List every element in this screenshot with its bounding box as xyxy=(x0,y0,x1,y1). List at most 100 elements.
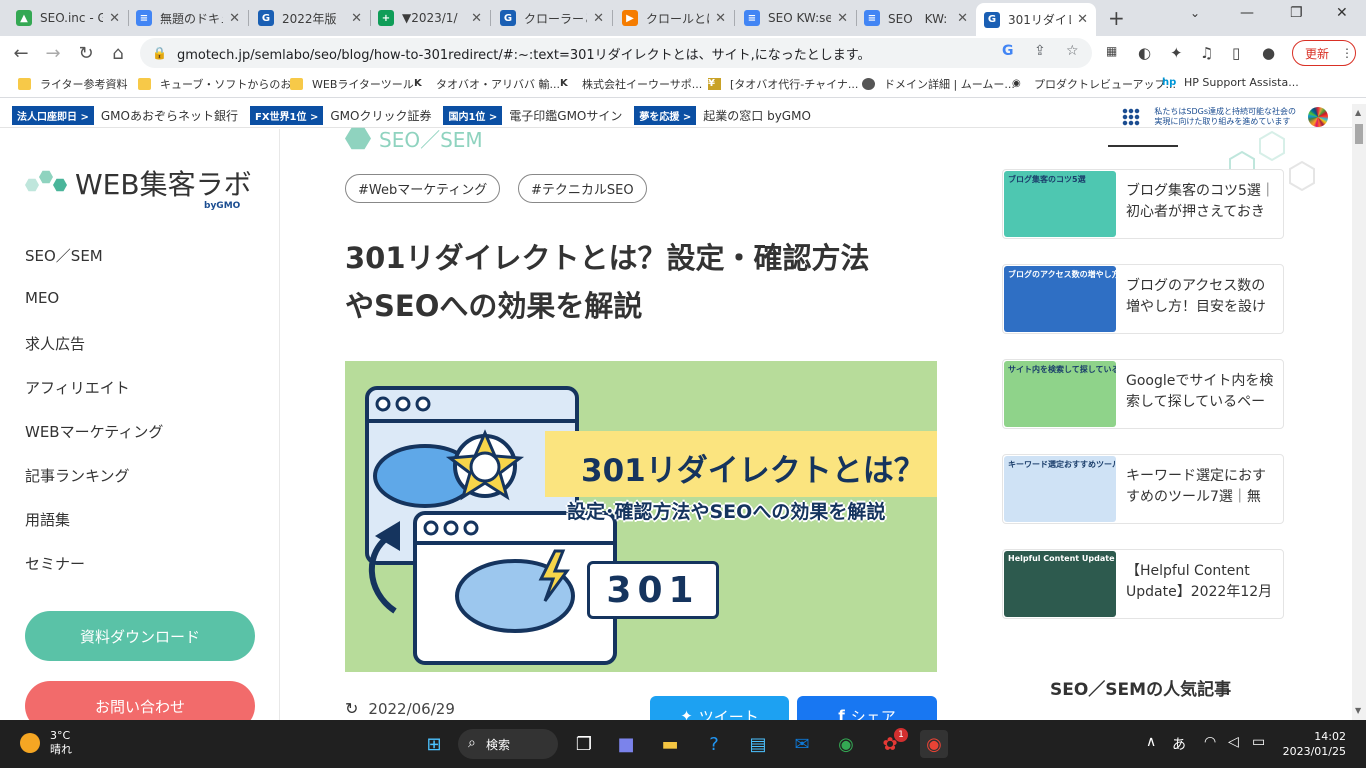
puzzle-icon[interactable]: ✦ xyxy=(1170,44,1183,62)
store-icon[interactable]: ▤ xyxy=(744,730,772,758)
sidebar-nav-item[interactable]: アフィリエイト xyxy=(25,377,130,398)
browser-tab[interactable]: ▶ クロールとは ✕ xyxy=(614,4,734,32)
gmo-service-link[interactable]: 夢を応援 > 起業の窓口 byGMO xyxy=(634,106,811,125)
related-article-title[interactable]: ブログ集客のコツ5選｜初心者が押さえておき xyxy=(1126,181,1278,225)
category-label[interactable]: SEO／SEM xyxy=(345,124,483,153)
reload-icon[interactable]: ↻ xyxy=(73,40,99,66)
close-tab-icon[interactable]: ✕ xyxy=(471,11,482,26)
site-logo[interactable]: WEB集客ラボ xyxy=(25,163,252,203)
download-button[interactable]: 資料ダウンロード xyxy=(25,611,255,661)
bookmark-item[interactable]: WEBライターツール xyxy=(290,76,414,92)
close-tab-icon[interactable]: ✕ xyxy=(229,11,240,26)
bookmark-item[interactable]: ライター参考資料 xyxy=(18,76,128,92)
avatar[interactable]: ● xyxy=(1262,44,1275,62)
sidebar-nav-item[interactable]: 用語集 xyxy=(25,509,70,530)
browser-tab[interactable]: ≡ SEO KW: ✕ xyxy=(856,4,976,32)
bookmark-item[interactable]: ¥ [タオバオ代行-チャイナ... xyxy=(708,76,858,92)
forward-icon[interactable]: → xyxy=(40,40,66,66)
share-icon[interactable]: ⇪ xyxy=(1034,43,1046,59)
gmo-service-link[interactable]: 法人口座即日 > GMOあおぞらネット銀行 xyxy=(12,106,238,125)
minimize-icon[interactable]: — xyxy=(1240,5,1254,21)
related-article-card[interactable]: Helpful Content Update 【Helpful Content U… xyxy=(1002,549,1284,619)
tag-technical-seo[interactable]: #テクニカルSEO xyxy=(518,174,647,203)
grid-icon[interactable] xyxy=(1122,108,1141,126)
scroll-down-icon[interactable]: ▼ xyxy=(1355,706,1361,715)
browser-tab[interactable]: ≡ 無題のドキュ ✕ xyxy=(128,4,248,32)
help-icon[interactable]: ? xyxy=(700,730,728,758)
sidebar-nav-item[interactable]: WEBマーケティング xyxy=(25,421,163,442)
article-thumbnail[interactable]: サイト内を検索して探しているページ xyxy=(1004,361,1116,427)
task-view-icon[interactable]: ❐ xyxy=(570,730,598,758)
close-tab-icon[interactable]: ✕ xyxy=(715,11,726,26)
chrome-icon[interactable]: ◉ xyxy=(920,730,948,758)
bookmark-item[interactable]: ドメイン詳細 | ムームー... xyxy=(862,76,1015,92)
sidebar-nav-item[interactable]: 記事ランキング xyxy=(25,465,130,486)
scrollbar-thumb[interactable] xyxy=(1355,124,1363,144)
gmo-service-link[interactable]: 国内1位 > 電子印鑑GMOサイン xyxy=(443,106,622,125)
browser-tab[interactable]: G 301リダイレ ✕ xyxy=(976,3,1096,36)
browser-tab[interactable]: + ▼2023/1/ ✕ xyxy=(370,4,490,32)
related-article-title[interactable]: 【Helpful Content Update】2022年12月 xyxy=(1126,561,1278,605)
maximize-icon[interactable]: ❐ xyxy=(1290,5,1303,21)
back-icon[interactable]: ← xyxy=(8,40,34,66)
menu-kebab-icon[interactable]: ⋮ xyxy=(1341,46,1353,60)
bookmark-item[interactable]: K タオバオ・アリババ 輸... xyxy=(414,76,560,92)
sidebar-nav-item[interactable]: SEO／SEM xyxy=(25,245,103,266)
new-tab-button[interactable]: + xyxy=(1108,6,1125,30)
browser-tab[interactable]: G 2022年版 ✕ xyxy=(250,4,370,32)
address-bar[interactable]: 🔒 gmotech.jp/semlabo/seo/blog/how-to-301… xyxy=(140,38,1092,68)
bookmark-item[interactable]: キューブ・ソフトからのお... xyxy=(138,76,302,92)
close-window-icon[interactable]: ✕ xyxy=(1336,5,1348,21)
chrome-profile-icon[interactable]: ◉ xyxy=(832,730,860,758)
app-notification-icon[interactable]: ✿ 1 xyxy=(876,728,908,758)
update-button[interactable]: 更新 ⋮ xyxy=(1292,40,1356,66)
sidebar-nav-item[interactable]: セミナー xyxy=(25,553,85,574)
tray-chevron-icon[interactable]: ∧ xyxy=(1146,734,1156,750)
tab-search-icon[interactable]: ⌄ xyxy=(1190,6,1200,20)
extension-off-icon[interactable]: ▦ xyxy=(1106,44,1117,58)
sidebar-nav-item[interactable]: 求人広告 xyxy=(25,333,85,354)
related-article-card[interactable]: サイト内を検索して探しているページ Googleでサイト内を検索して探しているペー xyxy=(1002,359,1284,429)
related-article-card[interactable]: ブログのアクセス数の増やし方 ブログのアクセス数の増やし方！目安を設け xyxy=(1002,264,1284,334)
wifi-icon[interactable]: ◠ xyxy=(1204,734,1216,750)
bookmark-item[interactable]: ◉ プロダクトレビューアップ... xyxy=(1012,76,1176,92)
related-article-card[interactable]: キーワード選定おすすめツール7選キーワード選定におすすめのツール7選｜無 xyxy=(1002,454,1284,524)
close-tab-icon[interactable]: ✕ xyxy=(351,11,362,26)
file-explorer-icon[interactable]: ▬ xyxy=(656,730,684,758)
volume-icon[interactable]: ◁ xyxy=(1228,734,1239,750)
bookmark-star-icon[interactable]: ☆ xyxy=(1066,43,1079,59)
weather-widget[interactable]: 3°C 晴れ xyxy=(20,729,72,757)
close-tab-icon[interactable]: ✕ xyxy=(837,11,848,26)
sidebar-nav-item[interactable]: MEO xyxy=(25,289,59,307)
browser-tab[interactable]: ▲ SEO.inc - G ✕ xyxy=(8,4,128,32)
related-article-title[interactable]: キーワード選定におすすめのツール7選｜無 xyxy=(1126,466,1278,510)
close-tab-icon[interactable]: ✕ xyxy=(593,11,604,26)
sdgs-banner[interactable]: 私たちはSDGs達成と持続可能な社会の 実現に向けた取り組みを進めています xyxy=(1122,107,1328,127)
vertical-scrollbar[interactable]: ▲ ▼ xyxy=(1352,104,1366,720)
close-tab-icon[interactable]: ✕ xyxy=(957,11,968,26)
bookmark-item[interactable]: K 株式会社イーウーサポ... xyxy=(560,76,702,92)
extension-icon[interactable]: ◐ xyxy=(1138,44,1151,62)
close-tab-icon[interactable]: ✕ xyxy=(109,11,120,26)
tag-webmarketing[interactable]: #Webマーケティング xyxy=(345,174,501,203)
mail-icon[interactable]: ✉ xyxy=(788,730,816,758)
scroll-up-icon[interactable]: ▲ xyxy=(1355,108,1361,117)
media-icon[interactable]: ♫ xyxy=(1200,44,1213,62)
related-article-card[interactable]: ブログ集客のコツ5選 ブログ集客のコツ5選｜初心者が押さえておき xyxy=(1002,169,1284,239)
start-icon[interactable]: ⊞ xyxy=(420,730,448,758)
related-article-title[interactable]: Googleでサイト内を検索して探しているペー xyxy=(1126,371,1278,415)
browser-tab[interactable]: ≡ SEO KW:se ✕ xyxy=(736,4,856,32)
bookmark-item[interactable]: hp HP Support Assista... xyxy=(1162,76,1299,89)
teams-icon[interactable]: ■ xyxy=(612,730,640,758)
article-thumbnail[interactable]: ブログのアクセス数の増やし方 xyxy=(1004,266,1116,332)
article-thumbnail[interactable]: Helpful Content Update xyxy=(1004,551,1116,617)
home-icon[interactable]: ⌂ xyxy=(105,40,131,66)
system-clock[interactable]: 14:02 2023/01/25 xyxy=(1282,729,1346,759)
side-panel-icon[interactable]: ▯ xyxy=(1232,44,1240,62)
article-thumbnail[interactable]: ブログ集客のコツ5選 xyxy=(1004,171,1116,237)
browser-tab[interactable]: G クローラーとは ✕ xyxy=(492,4,612,32)
ime-indicator[interactable]: あ xyxy=(1172,734,1186,754)
article-thumbnail[interactable]: キーワード選定おすすめツール7選 xyxy=(1004,456,1116,522)
tweet-button[interactable]: ✦ ツイート xyxy=(650,696,789,720)
close-tab-icon[interactable]: ✕ xyxy=(1077,12,1088,27)
